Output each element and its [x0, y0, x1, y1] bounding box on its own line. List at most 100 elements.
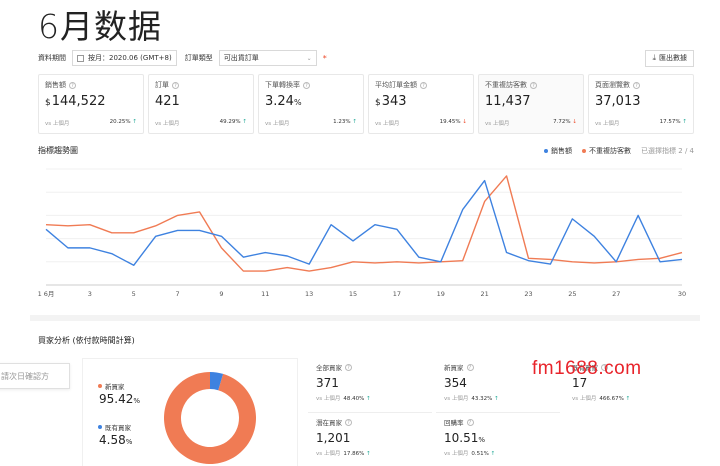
kpi-label: 頁面瀏覽數 — [595, 81, 630, 89]
arrow-up-icon: ↑ — [242, 119, 247, 125]
stat-label: 全部買家 — [316, 364, 342, 372]
donut-legend-label: 新買家 — [105, 383, 125, 391]
kpi-compare-label: vs 上個月 — [375, 121, 400, 127]
legend-label: 銷售額 — [551, 147, 573, 155]
required-mark: * — [322, 53, 327, 63]
kpi-pct: 49.29% — [219, 119, 241, 125]
kpi-value: 37,013 — [595, 94, 641, 109]
download-icon: ⤓ — [652, 53, 656, 62]
help-icon[interactable]: ? — [466, 363, 474, 371]
kpi-compare-label: vs 上個月 — [265, 121, 290, 127]
order-type-value: 可出貨訂單 — [223, 54, 259, 62]
section-divider — [30, 315, 700, 321]
x-tick-label: 30 — [678, 290, 686, 298]
arrow-up-icon: ↑ — [352, 119, 357, 125]
legend-dot — [98, 425, 102, 429]
kpi-prefix: $ — [375, 98, 381, 108]
legend-item-visitors[interactable]: 不重複訪客數 — [582, 146, 631, 156]
kpi-label: 銷售額 — [45, 81, 66, 89]
stat-value: 371 — [316, 376, 339, 390]
x-tick-label: 15 — [349, 290, 357, 298]
x-tick-label: 5 — [132, 290, 136, 298]
kpi-label: 不重複訪客數 — [485, 81, 527, 89]
kpi-card-page-views[interactable]: 頁面瀏覽數? 37,013 vs 上個月 17.57% ↑ — [588, 74, 694, 134]
arrow-up-icon: ↑ — [490, 451, 496, 457]
donut-legend-new: 新買家 95.42% — [98, 381, 168, 406]
x-tick-label: 9 — [219, 290, 223, 298]
stat-label: 潛在買家 — [316, 419, 342, 427]
kpi-value: 343 — [381, 94, 407, 109]
series-line[interactable] — [45, 179, 683, 266]
kpi-label: 下單轉換率 — [265, 81, 300, 89]
kpi-card-unique-visitors[interactable]: 不重複訪客數? 11,437 vs 上個月 7.72% ↓ — [478, 74, 584, 134]
arrow-up-icon: ↑ — [682, 119, 687, 125]
help-icon[interactable]: ? — [633, 81, 640, 89]
kpi-card-avg-order[interactable]: 平均訂單金額? $343 vs 上個月 19.45% ↓ — [368, 74, 474, 134]
order-type-select[interactable]: 可出貨訂單 ⌄ — [218, 50, 317, 66]
x-tick-label: 23 — [524, 290, 532, 298]
x-tick-label: 27 — [612, 290, 620, 298]
stat-label: 新買家 — [444, 364, 464, 372]
stat-pct: 0.51% — [471, 451, 489, 457]
stat-compare-label: vs 上個月 — [444, 451, 469, 457]
help-icon[interactable]: ? — [420, 81, 427, 89]
stat-card-repurchase-rate: 回購率? 10.51% vs 上個月 0.51% ↑ — [436, 412, 560, 462]
legend-item-sales[interactable]: 銷售額 — [544, 146, 572, 156]
help-icon[interactable]: ? — [466, 418, 474, 426]
arrow-up-icon: ↑ — [132, 119, 137, 125]
buyer-analysis-title: 買家分析 (依付款時間計算) — [38, 336, 135, 345]
kpi-card-orders[interactable]: 訂單? 421 vs 上個月 49.29% ↑ — [148, 74, 254, 134]
legend-dot — [582, 149, 587, 153]
period-date-picker[interactable]: 按月：2020.06 (GMT+8) — [72, 50, 177, 66]
donut-legend-value: 4.58 — [99, 433, 126, 447]
kpi-pct: 19.45% — [439, 119, 461, 125]
arrow-up-icon: ↑ — [625, 396, 631, 402]
stat-label: 回購率 — [444, 419, 464, 427]
donut-legend-label: 既有買家 — [105, 424, 131, 432]
donut-legend-unit: % — [133, 397, 141, 405]
series-line[interactable] — [45, 175, 683, 272]
kpi-value: 11,437 — [485, 94, 531, 109]
export-data-button[interactable]: ⤓ 匯出數據 — [645, 49, 694, 67]
kpi-pct: 17.57% — [659, 119, 681, 125]
chevron-down-icon: ⌄ — [306, 54, 312, 62]
arrow-down-icon: ↓ — [572, 119, 577, 125]
help-icon[interactable]: ? — [69, 81, 76, 89]
help-icon[interactable]: ? — [530, 81, 537, 89]
x-tick-label: 21 — [480, 290, 488, 298]
help-icon[interactable]: ? — [172, 81, 179, 89]
help-icon[interactable]: ? — [303, 81, 310, 89]
trend-legend: 銷售額 不重複訪客數 已選擇指標 2 / 4 — [534, 146, 694, 156]
kpi-card-conversion-rate[interactable]: 下單轉換率? 3.24% vs 上個月 1.23% ↑ — [258, 74, 364, 134]
stat-suffix: % — [478, 436, 486, 444]
kpi-pct: 20.25% — [109, 119, 131, 125]
arrow-up-icon: ↑ — [494, 396, 499, 402]
export-label: 匯出數據 — [659, 54, 687, 62]
x-tick-label: 25 — [568, 290, 576, 298]
stat-compare-label: vs 上個月 — [572, 396, 597, 402]
donut-legend-existing: 既有買家 4.58% — [98, 422, 168, 447]
stat-card-all-buyers: 全部買家? 371 vs 上個月 48.40% ↑ — [308, 358, 432, 408]
tooltip-box: 請次日確認方 — [0, 363, 70, 389]
buyer-donut-chart — [164, 372, 256, 464]
help-icon[interactable]: ? — [345, 363, 352, 371]
arrow-up-icon: ↑ — [366, 451, 371, 457]
calendar-icon — [77, 54, 84, 62]
tooltip-text: 請次日確認方 — [1, 371, 49, 381]
kpi-prefix: $ — [45, 98, 51, 108]
kpi-compare-label: vs 上個月 — [155, 121, 180, 127]
stat-compare-label: vs 上個月 — [444, 396, 469, 402]
period-label: 資料期間 — [38, 54, 66, 62]
period-value: 按月：2020.06 (GMT+8) — [88, 54, 172, 62]
arrow-up-icon: ↑ — [366, 396, 371, 402]
stat-pct: 466.67% — [599, 396, 624, 402]
x-tick-label: 13 — [305, 290, 313, 298]
trend-chart-title: 指標趨勢圖 — [38, 146, 78, 155]
help-icon[interactable]: ? — [345, 418, 352, 426]
stat-value: 1,201 — [316, 431, 351, 445]
x-tick-label: 19 — [437, 290, 445, 298]
donut-legend-value: 95.42 — [99, 392, 134, 406]
kpi-card-sales[interactable]: 銷售額? $144,522 vs 上個月 20.25% ↑ — [38, 74, 144, 134]
x-tick-label: 7 — [176, 290, 180, 298]
kpi-value: 144,522 — [51, 94, 106, 109]
